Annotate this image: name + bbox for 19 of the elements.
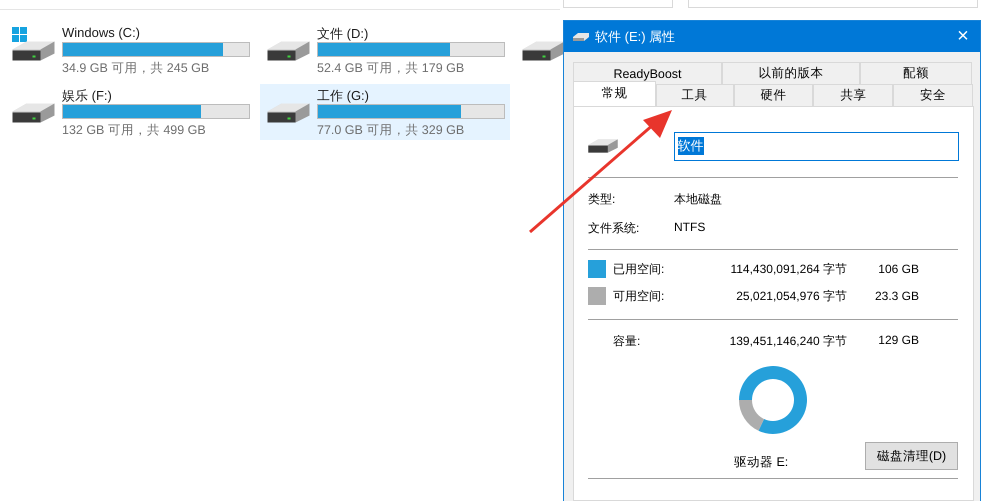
byte-count: 114,430,091,264 字节 [729,260,847,278]
field-label: 类型: [588,191,616,208]
field-value: 本地磁盘 [674,191,723,208]
free-space-text: 52.4 GB 可用，共 179 GB [317,60,466,77]
field-label: 文件系统: [588,220,640,237]
byte-count: 25,021,054,976 字节 [735,288,847,304]
free-space-text: 132 GB 可用，共 499 GB [62,122,207,139]
size-value: 106 GB [877,262,919,276]
capacity-label: 容量: [613,333,642,350]
field-value: NTFS [674,220,706,236]
space-label: 可用空间: [613,288,666,304]
free-space-text: 77.0 GB 可用，共 329 GB [317,122,466,139]
window-title: 软件 (E:) 属性 [595,28,676,46]
space-label: 已用空间: [613,260,666,278]
free-space-text: 34.9 GB 可用，共 245 GB [62,60,210,77]
byte-count: 139,451,146,240 字节 [728,333,847,350]
size-value: 23.3 GB [874,289,919,303]
drive-letter-label: 驱动器 E: [734,454,788,470]
size-value: 129 GB [877,333,919,349]
